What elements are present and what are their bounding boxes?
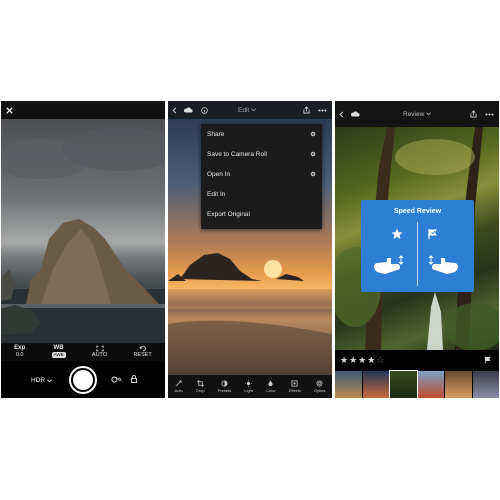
shutter-button[interactable] [69, 366, 97, 394]
star-filled-icon[interactable]: ★ [367, 355, 375, 366]
star-filled-icon[interactable]: ★ [340, 355, 348, 366]
tool-label: Auto [174, 388, 183, 393]
optics-icon [316, 380, 323, 387]
info-icon[interactable] [201, 106, 208, 114]
star-empty-icon[interactable]: ☆ [376, 355, 384, 366]
swipe-hand-icon [371, 252, 407, 278]
focus-bracket-icon [95, 345, 104, 352]
tool-label: Color [266, 388, 276, 393]
star-rating[interactable]: ★ ★ ★ ★ ☆ [340, 355, 384, 366]
edit-toolbar: Auto Crop Presets Light Color Effects Op… [168, 375, 332, 398]
tool-label: Crop [195, 388, 205, 393]
auto-label: AUTO [91, 352, 108, 358]
back-icon[interactable] [172, 107, 177, 114]
divider [417, 222, 418, 286]
tool-crop[interactable]: Crop [196, 380, 205, 393]
thumbnail[interactable] [472, 371, 499, 398]
share-icon[interactable] [470, 110, 477, 118]
edit-mode-selector[interactable]: Edit [238, 106, 257, 114]
menu-item-export-original[interactable]: Export Original [201, 204, 322, 224]
camera-top-bar [1, 101, 165, 119]
speed-review-title: Speed Review [393, 208, 442, 215]
reset-label: RESET [133, 352, 152, 358]
exposure-label: Exp [14, 345, 26, 351]
gear-icon[interactable] [310, 131, 316, 137]
auto-control[interactable]: AUTO [92, 345, 107, 359]
menu-item-label: Open In [207, 170, 231, 178]
white-balance-value: AWB [51, 352, 66, 358]
tool-color[interactable]: Color [266, 380, 276, 393]
close-icon[interactable] [6, 106, 13, 114]
crop-icon [196, 380, 204, 387]
menu-item-share[interactable]: Share [201, 124, 322, 144]
swipe-hand-icon [425, 252, 461, 278]
review-screen: Review Speed Review ★ ★ ★ ★ ☆ [335, 101, 499, 398]
menu-item-label: Export Original [207, 210, 250, 218]
thumbnail[interactable] [335, 371, 362, 398]
hdr-label: HDR [31, 377, 46, 384]
tool-label: Effects [288, 388, 301, 393]
thumbnail[interactable] [362, 371, 389, 398]
flag-icon [427, 228, 439, 240]
tool-optics[interactable]: Optics [314, 380, 325, 393]
tool-label: Optics [314, 388, 326, 393]
menu-item-open-in[interactable]: Open In [201, 164, 322, 184]
color-icon [268, 380, 274, 387]
thumbnail-selected[interactable] [389, 370, 418, 398]
star-icon [391, 228, 403, 240]
camera-viewfinder[interactable] [1, 119, 165, 343]
gear-icon[interactable] [310, 171, 316, 177]
review-title: Review [403, 110, 425, 118]
white-balance-control[interactable]: WB AWB [51, 345, 66, 358]
flag-icon[interactable] [484, 356, 492, 364]
auto-icon [175, 380, 182, 387]
cloud-icon[interactable] [350, 111, 360, 117]
star-filled-icon[interactable]: ★ [358, 355, 366, 366]
tool-light[interactable]: Light [244, 380, 253, 393]
menu-item-label: Save to Camera Roll [207, 150, 267, 158]
light-icon [245, 380, 253, 387]
shutter-inner [73, 370, 93, 390]
lock-icon[interactable] [131, 375, 137, 383]
edit-screen: Edit Share Save to Camera Roll Open In E… [168, 101, 332, 398]
speed-review-overlay[interactable]: Speed Review [361, 200, 474, 292]
presets-icon [221, 380, 228, 387]
share-icon[interactable] [303, 106, 310, 114]
menu-item-save-to-camera-roll[interactable]: Save to Camera Roll [201, 144, 322, 164]
effects-icon [291, 380, 298, 387]
review-top-bar: Review [335, 101, 499, 127]
thumbnail[interactable] [417, 371, 444, 398]
filmstrip [335, 370, 499, 398]
shutter-mode-icon[interactable] [111, 376, 123, 383]
more-icon[interactable] [485, 113, 494, 116]
menu-item-edit-in[interactable]: Edit In [201, 184, 322, 204]
thumbnail[interactable] [445, 371, 472, 398]
reset-control[interactable]: RESET [133, 345, 152, 359]
back-icon[interactable] [339, 111, 344, 118]
more-icon[interactable] [318, 109, 327, 112]
gear-icon[interactable] [310, 151, 316, 157]
share-menu: Share Save to Camera Roll Open In Edit I… [201, 124, 322, 229]
edit-title: Edit [238, 106, 250, 114]
hdr-selector[interactable]: HDR [31, 377, 52, 384]
camera-controls: Exp 0.0 WB AWB AUTO RESET [1, 343, 165, 361]
tool-auto[interactable]: Auto [175, 380, 183, 393]
reset-icon [139, 345, 147, 352]
chevron-down-icon [47, 378, 52, 383]
white-balance-label: WB [53, 345, 64, 351]
menu-item-label: Share [207, 130, 225, 138]
cloud-icon[interactable] [183, 107, 193, 113]
exposure-value: 0.0 [15, 352, 24, 358]
exposure-control[interactable]: Exp 0.0 [14, 345, 25, 359]
review-mode-selector[interactable]: Review [403, 110, 432, 118]
tool-label: Presets [217, 388, 232, 393]
tool-presets[interactable]: Presets [217, 380, 232, 393]
tool-label: Light [244, 388, 254, 393]
tool-effects[interactable]: Effects [289, 380, 301, 393]
camera-screen: Exp 0.0 WB AWB AUTO RESET HDR [1, 101, 165, 398]
star-filled-icon[interactable]: ★ [349, 355, 357, 366]
edit-top-bar: Edit [168, 101, 332, 119]
menu-item-label: Edit In [207, 190, 226, 198]
